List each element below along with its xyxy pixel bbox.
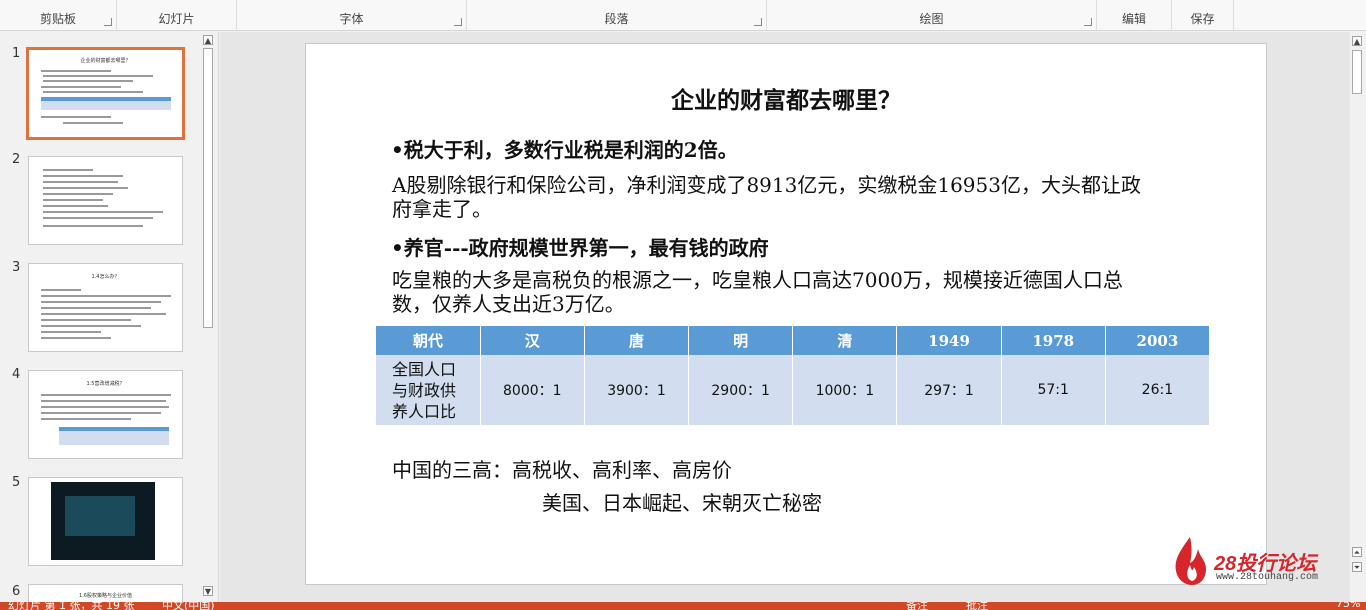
table-row-label: 全国人口 与财政供 养人口比 [376,355,481,425]
scroll-up-icon[interactable]: ▲ [1352,36,1362,46]
thumbnail-title: 1.6股权策略与企业价值 [79,593,132,599]
table-header-cell: 唐 [584,326,690,355]
table-header-cell: 清 [792,326,898,355]
slide-editing-area: 企业的财富都去哪里？ •税大于利，多数行业税是利润的2倍。 A股剔除银行和保险公… [220,32,1350,602]
bullet-heading-1[interactable]: •税大于利，多数行业税是利润的2倍。 [391,134,738,163]
ribbon-group-editing: 编辑 [1097,0,1172,31]
slide-number: 1 [12,46,21,61]
flame-logo-icon [1175,537,1206,585]
ribbon-group-slides: 幻灯片 [117,0,237,31]
ribbon-group-label: 字体 [339,12,364,26]
table-header-cell: 朝代 [376,326,481,355]
ribbon-group-label: 绘图 [919,12,944,26]
slide-canvas[interactable]: 企业的财富都去哪里？ •税大于利，多数行业税是利润的2倍。 A股剔除银行和保险公… [305,43,1267,585]
slide-thumbnail-6[interactable]: 1.6股权策略与企业价值 [28,584,183,602]
zoom-level[interactable]: 75% [1336,602,1360,610]
ribbon-group-paragraph: 段落 [467,0,767,31]
watermark-url: www.28touhang.com [1216,572,1319,583]
table-header-cell: 明 [688,326,794,355]
thumbnail-title: 1.4怎么办？ [91,274,120,280]
footer-text-1[interactable]: 中国的三高：高税收、高利率、高房价 [392,454,732,483]
table-cell: 297：1 [896,355,1002,425]
table-cell: 57:1 [1001,355,1106,425]
table-header-cell: 1949 [896,326,1002,355]
ribbon-group-label: 幻灯片 [158,12,195,26]
slide-thumbnail-5[interactable] [28,477,183,566]
scroll-up-icon[interactable]: ▲ [203,35,213,45]
footer-text-2[interactable]: 美国、日本崛起、宋朝灭亡秘密 [542,487,822,516]
slide-thumbnail-2[interactable] [28,156,183,245]
slide-number: 3 [12,260,21,275]
ribbon-group-label: 剪贴板 [39,12,76,26]
table-cell: 2900：1 [688,355,794,425]
body-text-2[interactable]: 吃皇粮的大多是高税负的根源之一，吃皇粮人口高达7000万，规模接近德国人口总数，… [392,268,1152,316]
scrollbar-thumb[interactable] [203,48,213,328]
ribbon-group-label: 保存 [1190,12,1215,26]
ribbon-group-font: 字体 [237,0,467,31]
data-table[interactable]: 朝代 汉 唐 明 清 1949 1978 2003 全国人口 与财政供 养人口比… [376,326,1211,425]
status-bar: 幻灯片 第 1 张，共 19 张 中文(中国) 备注 批注 75% [0,602,1366,610]
scroll-down-icon[interactable]: ▼ [203,586,213,596]
thumbnail-title: 1.5营改增减税？ [86,381,125,387]
comments-button[interactable]: 批注 [966,602,988,610]
slide-number: 5 [12,475,21,490]
ribbon-group-label: 编辑 [1121,12,1146,26]
table-header-cell: 1978 [1001,326,1106,355]
slide-thumbnail-3[interactable]: 1.4怎么办？ [28,263,183,352]
table-cell: 8000：1 [480,355,585,425]
ribbon-group-drawing: 绘图 [767,0,1097,31]
table-row: 全国人口 与财政供 养人口比 8000：1 3900：1 2900：1 1000… [376,355,1211,425]
table-header-row: 朝代 汉 唐 明 清 1949 1978 2003 [376,326,1211,355]
table-header-cell: 汉 [480,326,585,355]
slide-title[interactable]: 企业的财富都去哪里？ [306,81,1266,115]
dialog-launcher-icon[interactable] [754,18,762,26]
ribbon-group-label: 段落 [604,12,629,26]
site-watermark: 28投行论坛 www.28touhang.com [1170,535,1350,587]
table-cell: 1000：1 [792,355,898,425]
slide-thumbnail-pane: 1 企业的财富都去哪里？ 2 3 1.4怎么办？ 4 1.5营改增减税？ 5 6… [0,32,219,602]
table-cell: 3900：1 [584,355,690,425]
next-slide-icon[interactable]: ⏷ [1352,562,1362,572]
thumbnail-title: 企业的财富都去哪里？ [80,58,131,64]
slide-number: 4 [12,367,21,382]
slide-thumbnail-4[interactable]: 1.5营改增减税？ [28,370,183,459]
proofing-language[interactable]: 中文(中国) [162,602,215,610]
dialog-launcher-icon[interactable] [1084,18,1092,26]
ribbon: 剪贴板 幻灯片 字体 段落 绘图 编辑 保存 [0,0,1366,31]
previous-slide-icon[interactable]: ⏶ [1352,547,1362,557]
powerpoint-window: 剪贴板 幻灯片 字体 段落 绘图 编辑 保存 1 企业的财富都去哪里？ 2 3 … [0,0,1366,610]
ribbon-group-clipboard: 剪贴板 [0,0,117,31]
bullet-heading-2[interactable]: •养官---政府规模世界第一，最有钱的政府 [391,232,769,261]
ribbon-group-save: 保存 [1172,0,1234,31]
dialog-launcher-icon[interactable] [104,18,112,26]
slide-number: 2 [12,152,21,167]
body-text-1[interactable]: A股剔除银行和保险公司，净利润变成了8913亿元，实缴税金16953亿，大头都让… [392,173,1152,221]
slide-count-status: 幻灯片 第 1 张，共 19 张 [8,602,135,610]
notes-button[interactable]: 备注 [906,602,928,610]
thumbnail-scrollbar[interactable]: ▲ ▼ [201,32,215,602]
dialog-launcher-icon[interactable] [454,18,462,26]
slide-thumbnail-1[interactable]: 企业的财富都去哪里？ [26,47,185,140]
slide-scrollbar[interactable]: ▲ ⏶ ⏷ [1350,32,1364,602]
slide-number: 6 [12,584,21,599]
scrollbar-thumb[interactable] [1352,50,1362,94]
table-cell: 26:1 [1105,355,1211,425]
table-header-cell: 2003 [1105,326,1211,355]
